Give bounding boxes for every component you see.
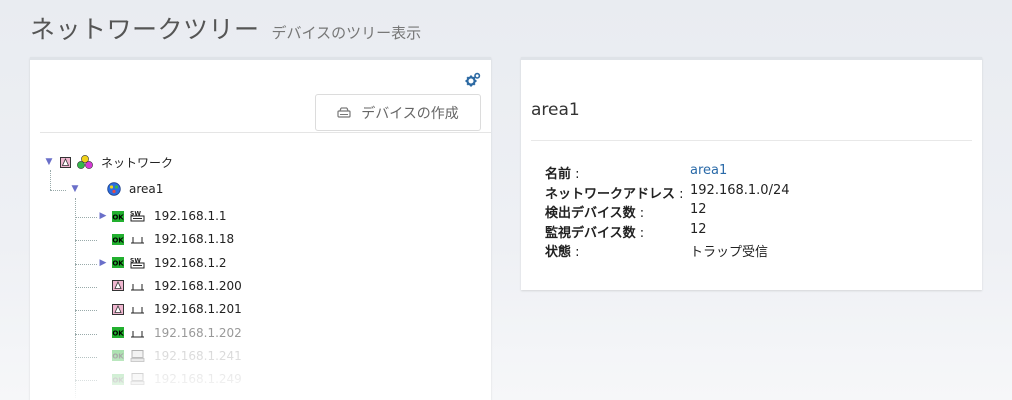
toggle-spacer <box>98 328 108 338</box>
svg-text:OK: OK <box>112 353 124 361</box>
expand-toggle[interactable]: ▶ <box>98 211 108 221</box>
detail-colon: : <box>635 225 645 241</box>
detail-key: 監視デバイス数 : <box>545 222 690 241</box>
tree-node-device[interactable]: OK 192.168.1.202 <box>98 324 242 342</box>
detail-value-link[interactable]: area1 <box>690 163 727 182</box>
tree-node-label: 192.168.1.2 <box>154 255 227 270</box>
tree-node-label: 192.168.1.1 <box>154 209 227 223</box>
svg-text:OK: OK <box>112 329 124 337</box>
warning-status-icon <box>112 280 124 292</box>
host-icon <box>131 307 144 314</box>
detail-row: 検出デバイス数 :12 <box>545 202 707 221</box>
tree-node-label: 192.168.1.241 <box>154 348 242 363</box>
detail-key: ネットワークアドレス : <box>545 183 690 202</box>
detail-row: 監視デバイス数 :12 <box>545 222 707 241</box>
detail-title: area1 <box>531 100 580 120</box>
expand-toggle[interactable]: ▶ <box>98 258 108 268</box>
tree-connector <box>75 333 97 335</box>
tree-connector <box>75 240 97 242</box>
page-title: ネットワークツリー <box>30 15 260 44</box>
tree-node-device[interactable]: ▶ OK SW 192.168.1.1 <box>98 207 227 225</box>
detail-row: 状態 : トラップ受信 <box>545 241 768 260</box>
ok-status-icon: OK <box>112 257 124 269</box>
tree-node-label: 192.168.1.202 <box>154 325 242 340</box>
toggle-spacer <box>98 351 108 361</box>
detail-row: 名前 : area1 <box>545 163 727 182</box>
svg-text:OK: OK <box>112 236 124 244</box>
tree-node-label: 192.168.1.18 <box>154 232 235 247</box>
switch-icon: SW <box>130 257 145 269</box>
detail-key-text: ネットワークアドレス <box>545 186 676 202</box>
tree-connector <box>50 190 66 191</box>
computer-icon <box>130 373 145 385</box>
tree-connector <box>75 217 97 218</box>
collapse-toggle[interactable]: ▼ <box>44 157 54 167</box>
tree-panel: デバイスの作成 ▼ ネットワーク ▼ area1 ▶ OK SW 192.168… <box>30 57 491 400</box>
tree-node-label: ネットワーク <box>101 155 174 170</box>
tree-connector <box>75 380 97 382</box>
tree-node-device[interactable]: ▶ OK SW 192.168.1.2 <box>98 254 227 272</box>
tree-connector <box>75 263 97 265</box>
computer-icon <box>130 349 145 362</box>
area-globe-icon <box>107 182 121 196</box>
detail-value: 12 <box>690 221 707 237</box>
detail-value: 12 <box>690 202 707 218</box>
tree-connector <box>50 170 51 190</box>
svg-text:OK: OK <box>112 376 124 384</box>
detail-key-text: 検出デバイス数 <box>545 206 636 222</box>
ok-status-icon: OK <box>112 327 124 338</box>
tree-connector <box>75 198 76 398</box>
detail-panel: area1 名前 : area1 ネットワークアドレス :192.168.1.0/2… <box>521 57 982 290</box>
tree-node-device[interactable]: 192.168.1.200 <box>98 277 242 295</box>
tree-node-label: 192.168.1.200 <box>154 278 242 293</box>
tree-node-area[interactable]: ▼ area1 <box>70 180 164 198</box>
svg-text:OK: OK <box>112 213 124 221</box>
tree-connector <box>75 356 97 358</box>
toggle-spacer <box>98 374 108 384</box>
detail-colon: : <box>675 186 684 202</box>
detail-key: 状態 : <box>545 241 690 260</box>
page-header: ネットワークツリー デバイスのツリー表示 <box>30 10 421 46</box>
tree-connector <box>75 286 97 288</box>
network-tree: ▼ ネットワーク ▼ area1 ▶ OK SW 192.168.1.1 OK … <box>30 60 491 400</box>
detail-key-text: 監視デバイス数 <box>545 225 636 241</box>
switch-icon: SW <box>130 211 145 222</box>
panel-divider <box>531 140 972 141</box>
detail-value: 192.168.1.0/24 <box>690 182 790 198</box>
tree-node-device[interactable]: OK 192.168.1.249 <box>98 370 242 388</box>
tree-connector <box>75 310 97 312</box>
toggle-spacer <box>98 304 108 314</box>
tree-node-device[interactable]: OK 192.168.1.18 <box>98 230 234 248</box>
network-group-icon <box>77 155 93 169</box>
warning-status-icon <box>112 303 124 315</box>
tree-node-label: 192.168.1.201 <box>154 302 242 317</box>
ok-status-icon: OK <box>112 350 124 362</box>
detail-colon: : <box>635 206 645 222</box>
detail-colon: : <box>571 245 580 261</box>
warning-status-icon <box>60 156 71 168</box>
svg-text:OK: OK <box>112 259 124 267</box>
ok-status-icon: OK <box>112 373 124 385</box>
host-icon <box>131 237 144 244</box>
tree-node-root[interactable]: ▼ ネットワーク <box>44 153 173 171</box>
detail-key: 検出デバイス数 : <box>545 202 690 221</box>
detail-key-text: 名前 <box>545 167 572 182</box>
detail-key: 名前 : <box>545 163 690 182</box>
tree-node-device[interactable]: OK 192.168.1.241 <box>98 347 242 365</box>
host-icon <box>131 330 144 337</box>
detail-value: トラップ受信 <box>690 245 769 261</box>
tree-node-device[interactable]: 192.168.1.201 <box>98 300 242 318</box>
host-icon <box>131 283 144 291</box>
collapse-toggle[interactable]: ▼ <box>70 184 80 194</box>
tree-node-label: 192.168.1.249 <box>154 372 242 387</box>
page-subtitle: デバイスのツリー表示 <box>271 24 422 42</box>
detail-colon: : <box>571 167 580 182</box>
detail-row: ネットワークアドレス :192.168.1.0/24 <box>545 183 790 202</box>
toggle-spacer <box>98 281 108 291</box>
ok-status-icon: OK <box>112 233 124 245</box>
detail-key-text: 状態 <box>545 245 572 261</box>
toggle-spacer <box>98 234 108 244</box>
ok-status-icon: OK <box>112 210 124 222</box>
tree-node-label: area1 <box>129 182 164 196</box>
